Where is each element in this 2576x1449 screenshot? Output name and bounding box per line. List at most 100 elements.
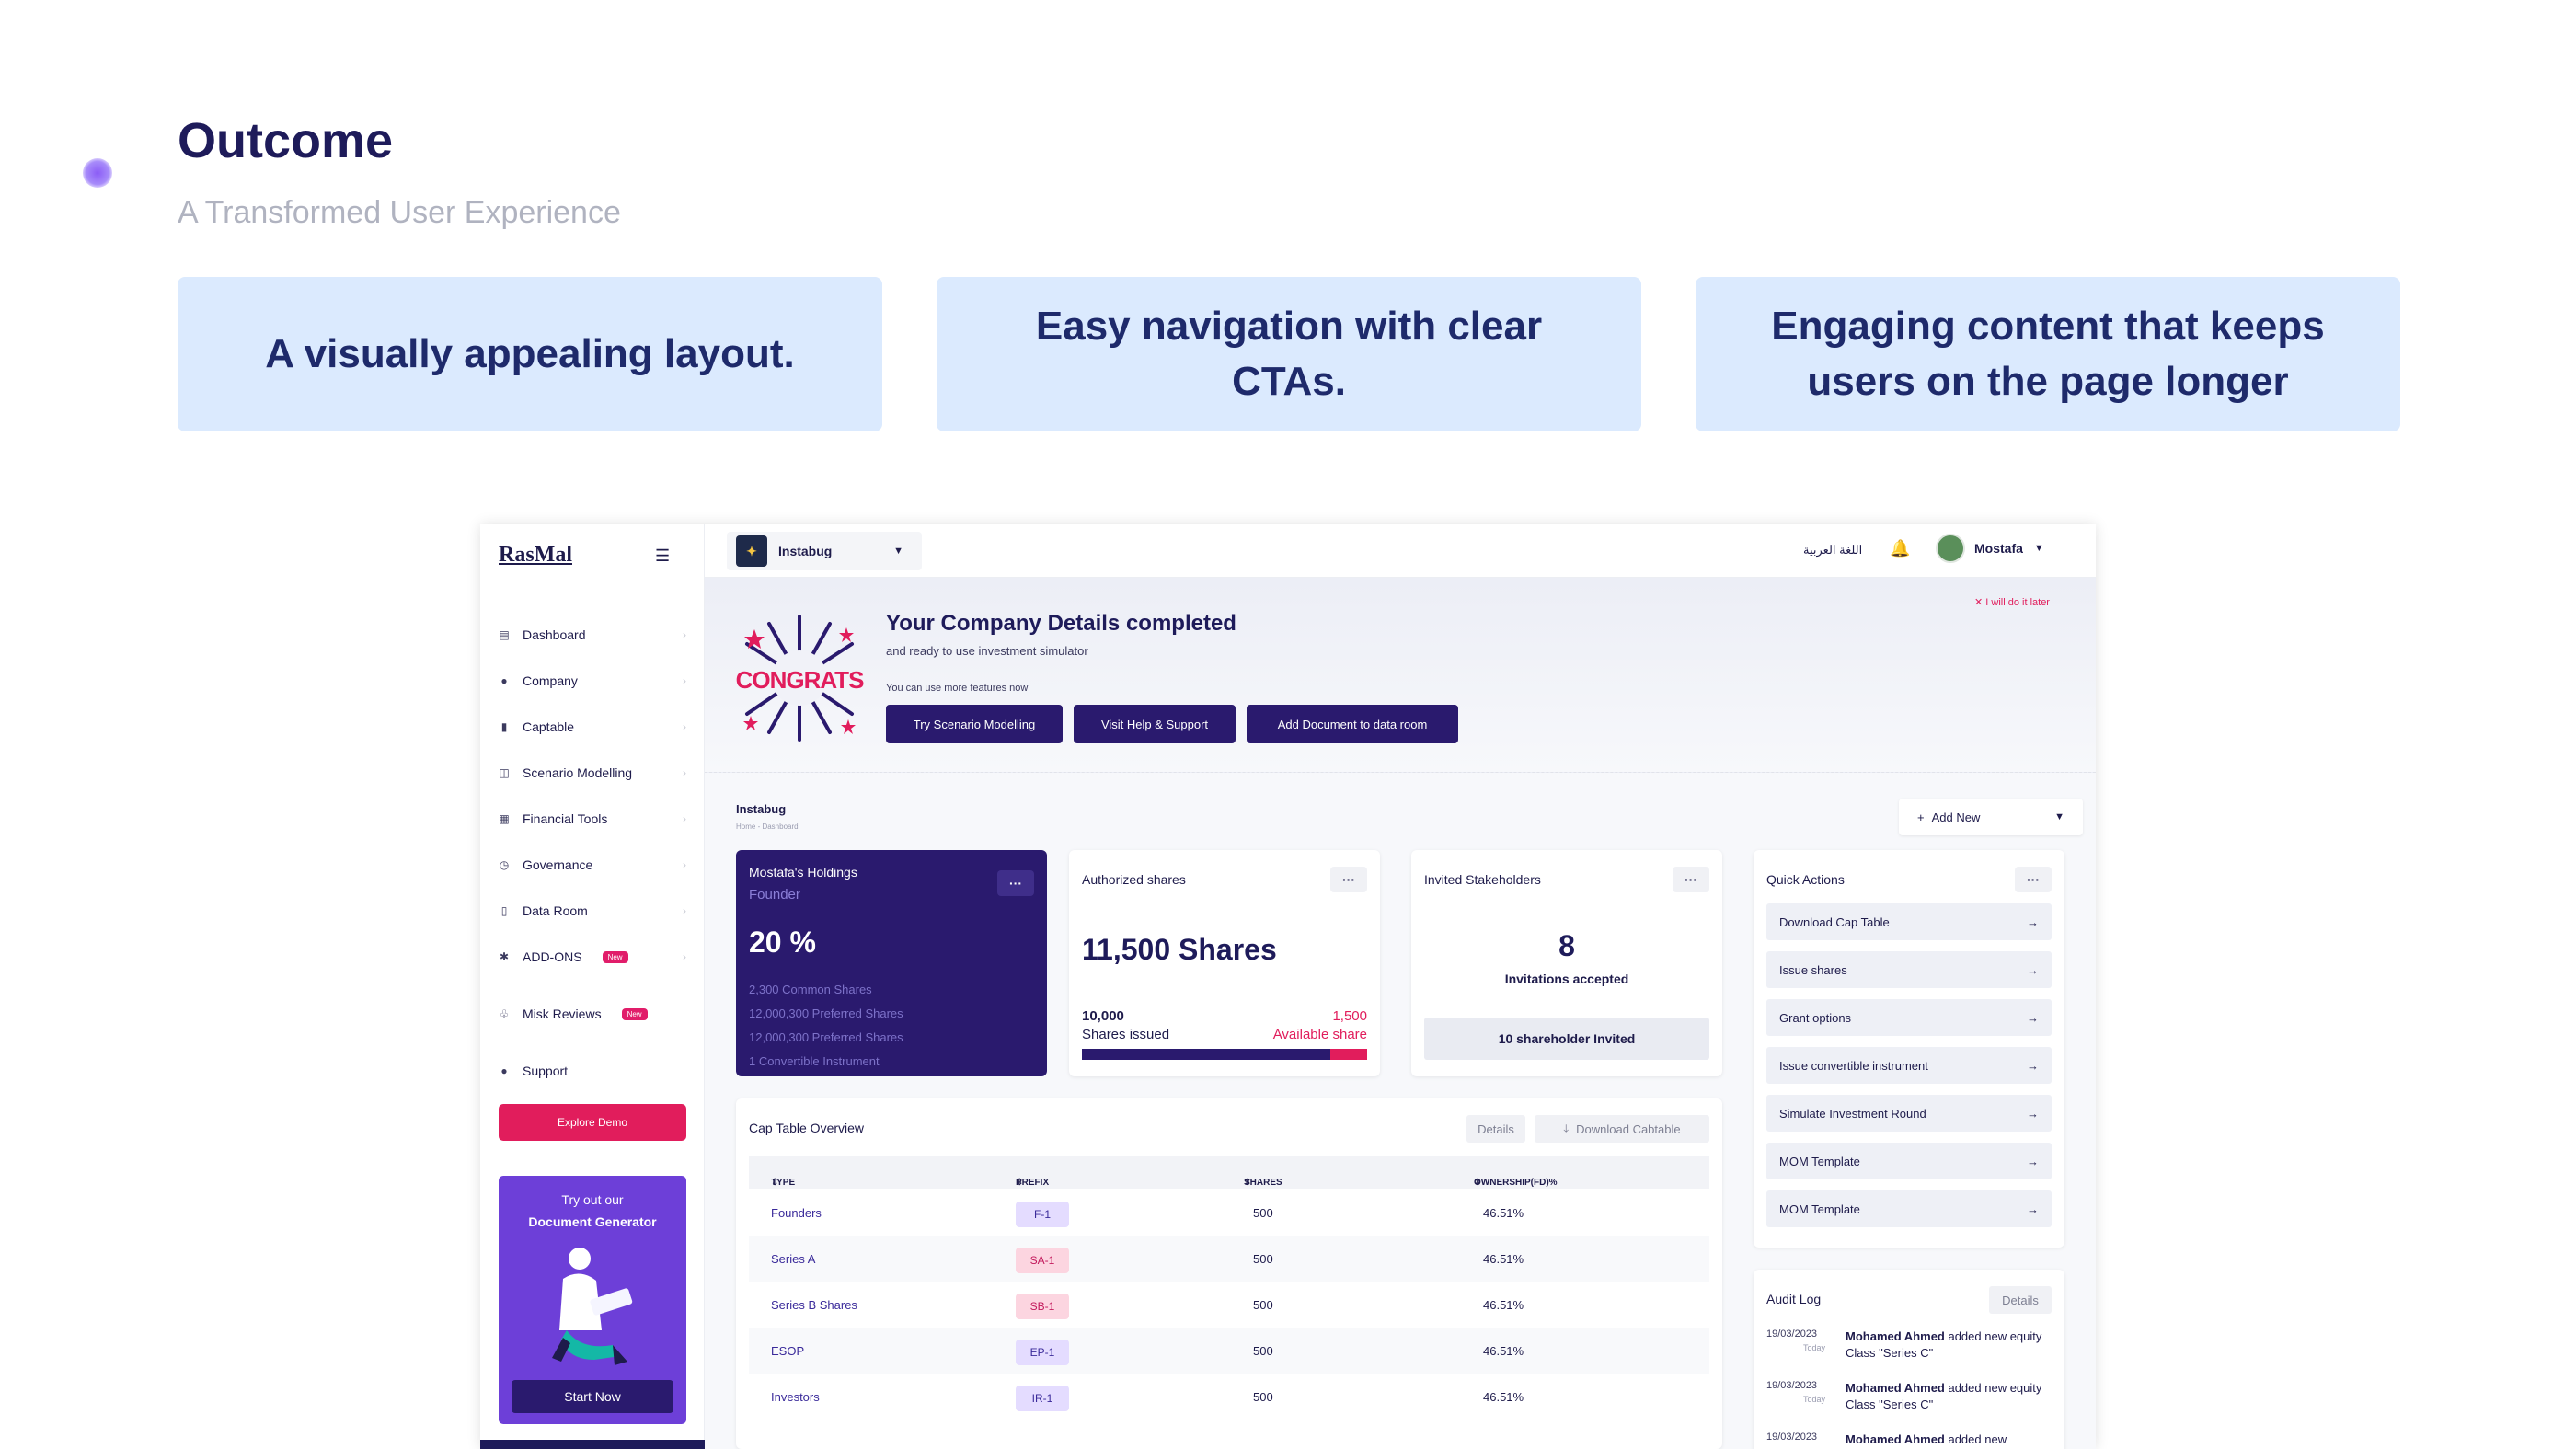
congrats-banner: CONGRATS Your Company Details completed … <box>705 578 2096 773</box>
chevron-right-icon: › <box>683 720 686 733</box>
new-badge: New <box>621 1007 648 1020</box>
user-menu[interactable]: Mostafa ▼ <box>1936 534 2044 563</box>
cap-table-details-button[interactable]: Details <box>1466 1115 1525 1143</box>
quick-action-item[interactable]: Issue convertible instrument → <box>1766 1047 2052 1084</box>
holdings-line: 2,300 Common Shares <box>749 983 872 996</box>
page-title: Outcome <box>178 113 394 168</box>
financial-icon: ▦ <box>499 812 510 825</box>
prefix-badge: F-1 <box>1016 1202 1069 1227</box>
chevron-right-icon: › <box>683 674 686 687</box>
quick-action-item[interactable]: Simulate Investment Round → <box>1766 1095 2052 1132</box>
sidebar-item-dashboard[interactable]: ▤ Dashboard › <box>499 621 696 649</box>
table-row[interactable]: Investors IR-1 500 46.51% <box>749 1374 1709 1420</box>
company-heading: Instabug <box>736 802 787 816</box>
quick-action-item[interactable]: MOM Template → <box>1766 1190 2052 1227</box>
dashboard-screenshot: RasMal ☰ ▤ Dashboard › ● Company › ▮ Captable… <box>480 524 2096 1449</box>
quick-action-item[interactable]: MOM Template → <box>1766 1143 2052 1179</box>
add-document-button[interactable]: Add Document to data room <box>1247 705 1458 743</box>
shares-progress-fill <box>1082 1049 1330 1060</box>
sidebar-item-support[interactable]: ● Support <box>499 1057 696 1085</box>
issued-value: 10,000 <box>1082 1008 1124 1024</box>
arrow-right-icon: → <box>2027 1154 2039 1168</box>
audit-details-button[interactable]: Details <box>1989 1286 2052 1314</box>
holdings-line: 1 Convertible Instrument <box>749 1054 880 1068</box>
authorized-value: 11,500 Shares <box>1082 933 1277 966</box>
more-options-icon[interactable]: ··· <box>1673 867 1709 892</box>
dashboard-main: Instabug Home - Dashboard + Add New ▼ Most… <box>705 773 2096 1449</box>
data-room-icon: ▯ <box>500 904 508 917</box>
chevron-right-icon: › <box>683 812 686 825</box>
promo-line-1: Try out our <box>561 1192 624 1207</box>
authorized-shares-card: Authorized shares ··· 11,500 Shares 10,0… <box>1069 850 1380 1076</box>
quick-action-item[interactable]: Issue shares → <box>1766 951 2052 988</box>
cap-table-card: Cap Table Overview Details ⤓ Download Cab… <box>736 1098 1722 1449</box>
chevron-right-icon: › <box>683 904 686 917</box>
scenario-icon: ◫ <box>499 766 510 779</box>
avatar <box>1936 534 1965 563</box>
more-options-icon[interactable]: ··· <box>2015 867 2052 892</box>
download-cabtable-button[interactable]: ⤓ Download Cabtable <box>1535 1115 1709 1143</box>
outcome-card-2: Easy navigation with clear CTAs. <box>937 277 1641 431</box>
chevron-right-icon: › <box>683 628 686 641</box>
invited-title: Invited Stakeholders <box>1424 872 1541 887</box>
holdings-line: 12,000,300 Preferred Shares <box>749 1006 903 1020</box>
download-icon: ⤓ <box>1563 1121 1570 1135</box>
rasmal-logo: RasMal <box>499 543 572 567</box>
table-row[interactable]: Series B Shares SB-1 500 46.51% <box>749 1282 1709 1328</box>
audit-log-title: Audit Log <box>1766 1292 1822 1306</box>
chevron-down-icon: ▼ <box>2054 811 2064 822</box>
company-selector[interactable]: ✦ Instabug ▼ <box>727 532 922 570</box>
more-options-icon[interactable]: ··· <box>997 870 1034 896</box>
holdings-role: Founder <box>749 887 800 903</box>
menu-collapse-icon[interactable]: ☰ <box>655 546 670 566</box>
authorized-title: Authorized shares <box>1082 872 1186 887</box>
chevron-right-icon: › <box>683 950 686 963</box>
sidebar-item-governance[interactable]: ◷ Governance › <box>499 851 696 879</box>
prefix-badge: EP-1 <box>1016 1340 1069 1365</box>
add-new-button[interactable]: + Add New ▼ <box>1899 799 2083 835</box>
arrow-right-icon: → <box>2027 914 2039 929</box>
sort-icon: ⇕ <box>1474 1178 1482 1188</box>
holdings-title: Mostafa's Holdings <box>749 865 857 880</box>
chevron-right-icon: › <box>683 766 686 779</box>
more-options-icon[interactable]: ··· <box>1330 867 1367 892</box>
congrats-badge-text: CONGRATS <box>735 666 865 694</box>
prefix-badge: SB-1 <box>1016 1294 1069 1319</box>
quick-actions-title: Quick Actions <box>1766 872 1845 887</box>
new-badge: New <box>602 950 628 963</box>
sort-icon: ⇕ <box>771 1178 779 1188</box>
sidebar-item-financial-tools[interactable]: ▦ Financial Tools › <box>499 805 696 833</box>
sidebar-item-addons[interactable]: ✱ ADD-ONS New › <box>499 943 696 971</box>
language-switch[interactable]: اللغة العربية <box>1803 543 1862 558</box>
arrow-right-icon: → <box>2027 1010 2039 1025</box>
sidebar-item-misk-reviews[interactable]: ♧ Misk Reviews New <box>499 1000 696 1028</box>
table-row[interactable]: Founders F-1 500 46.51% <box>749 1190 1709 1236</box>
table-row[interactable]: Series A SA-1 500 46.51% <box>749 1236 1709 1282</box>
quick-actions-card: Quick Actions ··· Download Cap Table → Is… <box>1754 850 2064 1248</box>
sidebar-item-scenario-modelling[interactable]: ◫ Scenario Modelling › <box>499 759 696 787</box>
sidebar-footer-bar <box>480 1440 705 1449</box>
reviews-icon: ♧ <box>499 1007 510 1020</box>
prefix-badge: IR-1 <box>1016 1386 1069 1411</box>
bell-icon[interactable]: 🔔 <box>1890 539 1910 558</box>
available-label: Available share <box>1272 1027 1367 1042</box>
visit-help-support-button[interactable]: Visit Help & Support <box>1074 705 1236 743</box>
quick-action-item[interactable]: Grant options → <box>1766 999 2052 1036</box>
chevron-right-icon: › <box>683 858 686 871</box>
sidebar-item-data-room[interactable]: ▯ Data Room › <box>499 897 696 925</box>
do-it-later-link[interactable]: ✕ I will do it later <box>1974 596 2050 608</box>
sidebar-item-captable[interactable]: ▮ Captable › <box>499 713 696 741</box>
holdings-line: 12,000,300 Preferred Shares <box>749 1030 903 1044</box>
governance-icon: ◷ <box>499 858 510 871</box>
support-icon: ● <box>500 1064 508 1077</box>
explore-demo-button[interactable]: Explore Demo <box>499 1104 686 1141</box>
sidebar-item-company[interactable]: ● Company › <box>499 667 696 695</box>
document-generator-promo: Try out our Document Generator Start Now <box>499 1176 686 1424</box>
try-scenario-modelling-button[interactable]: Try Scenario Modelling <box>886 705 1063 743</box>
start-now-button[interactable]: Start Now <box>512 1380 673 1413</box>
arrow-right-icon: → <box>2027 962 2039 977</box>
quick-action-item[interactable]: Download Cap Table → <box>1766 903 2052 940</box>
shareholders-invited-button[interactable]: 10 shareholder Invited <box>1424 1018 1709 1060</box>
table-row[interactable]: ESOP EP-1 500 46.51% <box>749 1328 1709 1374</box>
cap-table-header: TYPE ⇕ PREFIX ⇕ SHARES ⇕ OWNERSHIP(FD)% … <box>749 1156 1709 1189</box>
